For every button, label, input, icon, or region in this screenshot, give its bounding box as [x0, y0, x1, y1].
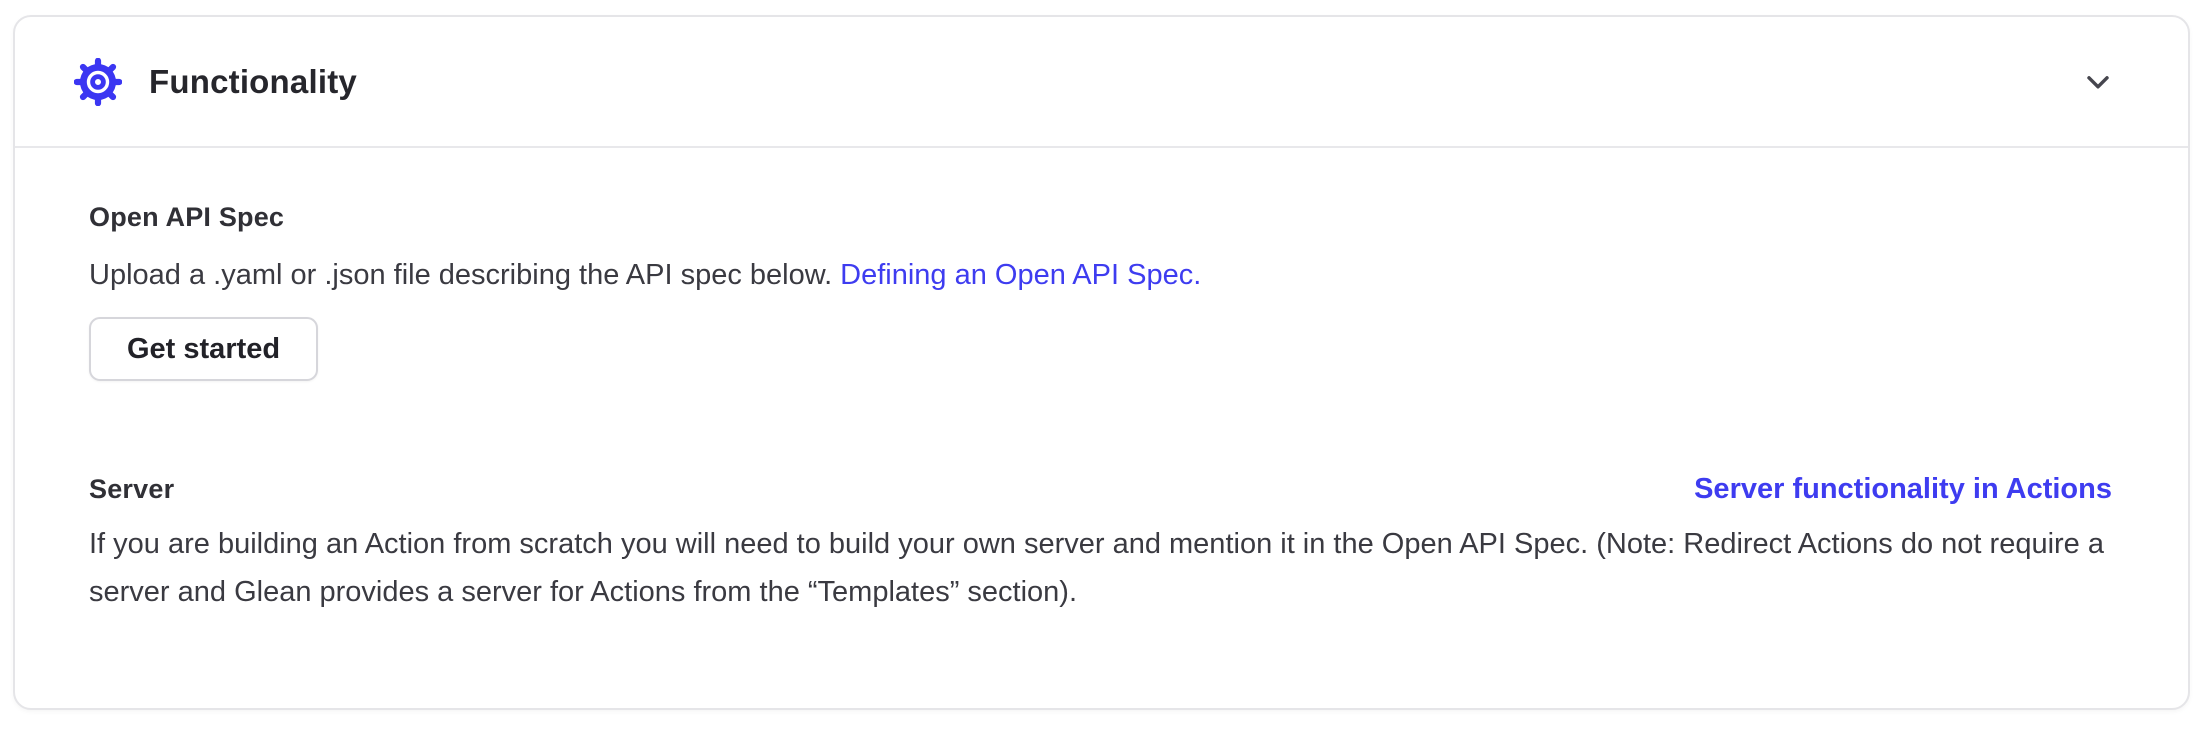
gear-icon	[73, 57, 123, 107]
panel-title: Functionality	[149, 63, 357, 101]
open-api-spec-description-text: Upload a .yaml or .json file describing …	[89, 259, 832, 291]
server-description-line-2: server and Glean provides a server for A…	[89, 568, 2112, 616]
panel-body: Open API Spec Upload a .yaml or .json fi…	[15, 148, 2188, 616]
server-description: If you are building an Action from scrat…	[89, 520, 2112, 616]
functionality-section-header[interactable]: Functionality	[15, 17, 2188, 148]
open-api-spec-label: Open API Spec	[89, 202, 2112, 233]
functionality-panel: Functionality Open API Spec Upload a .ya…	[13, 15, 2190, 710]
server-label: Server	[89, 474, 174, 505]
defining-open-api-spec-link[interactable]: Defining an Open API Spec.	[840, 259, 1201, 291]
server-description-line-1: If you are building an Action from scrat…	[89, 520, 2112, 568]
server-functionality-link[interactable]: Server functionality in Actions	[1694, 473, 2112, 506]
open-api-spec-description: Upload a .yaml or .json file describing …	[89, 255, 2112, 295]
server-row: Server Server functionality in Actions	[89, 473, 2112, 506]
get-started-button[interactable]: Get started	[89, 317, 318, 381]
chevron-down-icon[interactable]	[2080, 64, 2116, 100]
